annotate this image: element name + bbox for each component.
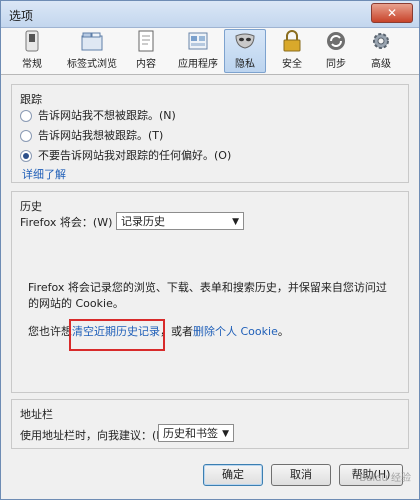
apps-icon: [188, 32, 208, 50]
mask-icon: [235, 33, 255, 49]
lock-icon: [283, 30, 301, 52]
history-title: 历史: [20, 200, 42, 213]
radio-button-checked[interactable]: [20, 150, 32, 162]
tab-content[interactable]: 内容: [129, 30, 163, 72]
close-button[interactable]: ✕: [371, 3, 413, 23]
tracking-option-none[interactable]: 不要告诉网站我对跟踪的任何偏好。(O): [20, 147, 231, 163]
tab-applications[interactable]: 应用程序: [173, 30, 223, 72]
tab-sync[interactable]: 同步: [319, 30, 353, 72]
remove-cookies-link[interactable]: 删除个人 Cookie: [193, 325, 278, 338]
history-mode-label: Firefox 将会：(W): [20, 216, 113, 229]
tabs-icon: [81, 32, 103, 51]
dialog-title: 选项: [9, 9, 34, 23]
ok-button[interactable]: 确定: [203, 464, 263, 486]
page-icon: [138, 30, 154, 52]
radio-button[interactable]: [20, 130, 32, 142]
dropdown-arrow-icon: ▼: [232, 217, 239, 227]
switch-icon: [25, 30, 39, 52]
radio-button[interactable]: [20, 110, 32, 122]
tracking-option-yes[interactable]: 告诉网站我想被跟踪。(T): [20, 127, 163, 143]
sync-icon: [327, 32, 345, 50]
cancel-button[interactable]: 取消: [271, 464, 331, 486]
options-dialog: 选项 ✕ 常规 标签式浏览 内容 应用程序 隐私 安全 同步 高级 跟踪 告诉网…: [0, 0, 420, 500]
title-bar: 选项 ✕: [1, 1, 419, 28]
address-bar-section: 地址栏 使用地址栏时，向我建议：(L) 历史和书签 ▼: [11, 399, 409, 449]
tab-advanced[interactable]: 高级: [364, 30, 398, 72]
learn-more-link[interactable]: 详细了解: [22, 166, 66, 182]
address-suggest-label: 使用地址栏时，向我建议：(L): [20, 429, 167, 442]
watermark: Baidu 经验: [359, 473, 411, 484]
address-suggest-select[interactable]: 历史和书签 ▼: [158, 424, 234, 442]
highlight-annotation: [69, 319, 165, 351]
tab-privacy[interactable]: 隐私: [224, 29, 266, 73]
dropdown-arrow-icon: ▼: [222, 429, 229, 439]
history-description: Firefox 将会记录您的浏览、下载、表单和搜索历史，并保留来自您访问过的网站…: [28, 281, 387, 310]
close-icon: ✕: [386, 6, 398, 20]
category-toolbar: 常规 标签式浏览 内容 应用程序 隐私 安全 同步 高级: [1, 28, 419, 75]
address-bar-title: 地址栏: [20, 408, 53, 421]
tab-general[interactable]: 常规: [15, 30, 49, 72]
tracking-option-no[interactable]: 告诉网站我不想被跟踪。(N): [20, 107, 176, 123]
gear-icon: [373, 33, 389, 49]
tracking-section: 跟踪 告诉网站我不想被跟踪。(N) 告诉网站我想被跟踪。(T) 不要告诉网站我对…: [11, 84, 409, 183]
history-section: 历史 Firefox 将会：(W) 记录历史 ▼ Firefox 将会记录您的浏览…: [11, 191, 409, 393]
history-mode-select[interactable]: 记录历史 ▼: [116, 212, 244, 230]
tab-tabs[interactable]: 标签式浏览: [61, 30, 123, 72]
tracking-title: 跟踪: [20, 93, 42, 106]
tab-security[interactable]: 安全: [275, 30, 309, 72]
